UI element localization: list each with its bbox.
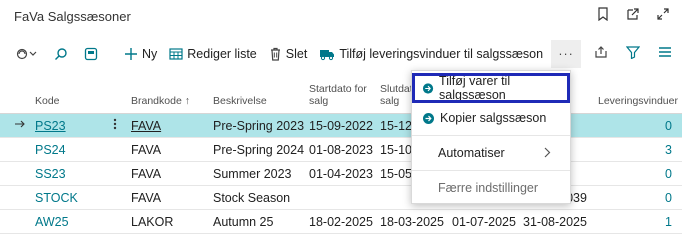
column-header-delivery-windows[interactable]: Leveringsvinduer [598, 95, 678, 107]
start-date-cell: 01-04-2023 [309, 167, 373, 181]
brand-cell[interactable]: FAVA [131, 119, 161, 133]
start-date-cell: 15-09-2022 [309, 119, 373, 133]
table-row[interactable]: PS24 FAVA Pre-Spring 2024 01-08-2023 15-… [0, 138, 682, 162]
list-tools [594, 40, 672, 68]
bookmark-icon[interactable] [596, 7, 610, 21]
delivery-end-cell: 31-08-2025 [523, 215, 587, 229]
edit-list-label: Rediger liste [187, 47, 257, 61]
start-header-line2: salg [309, 95, 329, 107]
table-row[interactable]: PS23 FAVA Pre-Spring 2023 15-09-2022 15-… [0, 114, 682, 138]
run-action-icon [423, 112, 434, 124]
menu-item-automate[interactable]: Automatiser [412, 138, 570, 168]
column-header-start-date[interactable]: Startdato for salg [309, 83, 367, 107]
code-cell[interactable]: PS23 [35, 119, 66, 133]
table-header: Kode Brandkode ↑ Beskrivelse Startdato f… [0, 82, 682, 114]
menu-item-add-items-label: Tilføj varer til salgssæson [439, 74, 511, 102]
table-row[interactable]: AW25 LAKOR Autumn 25 18-02-2025 18-03-20… [0, 210, 682, 234]
chevron-right-icon [544, 147, 556, 161]
view-switcher-button[interactable] [10, 40, 48, 68]
delivery-count-cell[interactable]: 0 [632, 191, 672, 205]
table-row[interactable]: STOCK FAVA Stock Season 01-01-2022 31-12… [0, 186, 682, 210]
menu-divider [412, 170, 570, 171]
truck-icon [320, 50, 335, 61]
seasons-table: Kode Brandkode ↑ Beskrivelse Startdato f… [0, 82, 682, 234]
more-options-menu: Tilføj varer til salgssæson Kopier salgs… [411, 70, 571, 204]
delivery-count-cell[interactable]: 1 [632, 215, 672, 229]
page-title: FaVa Salgssæsoner [14, 9, 131, 24]
column-header-brand[interactable]: Brandkode ↑ [131, 95, 190, 107]
view-icon [16, 48, 37, 60]
column-header-description[interactable]: Beskrivelse [213, 95, 267, 107]
plus-icon [125, 48, 137, 60]
open-new-window-icon[interactable] [626, 7, 640, 21]
filter-icon[interactable] [625, 45, 641, 64]
analysis-button[interactable] [78, 40, 108, 68]
new-label: Ny [142, 47, 158, 61]
menu-divider [412, 135, 570, 136]
code-cell[interactable]: PS24 [35, 143, 66, 157]
brand-cell: LAKOR [131, 215, 174, 229]
menu-item-add-items[interactable]: Tilføj varer til salgssæson [412, 73, 570, 103]
action-bar: Ny Rediger liste Slet Tilføj leveringsvi… [10, 40, 582, 68]
delivery-start-cell: 01-07-2025 [452, 215, 516, 229]
search-icon [55, 48, 67, 60]
trash-icon [270, 47, 280, 61]
code-cell[interactable]: AW25 [35, 215, 69, 229]
delete-button[interactable]: Slet [263, 40, 314, 68]
expand-icon[interactable] [656, 7, 670, 21]
description-cell: Pre-Spring 2024 [213, 143, 305, 157]
menu-item-fewer-options-label: Færre indstillinger [438, 181, 539, 195]
start-date-cell: 18-02-2025 [309, 215, 373, 229]
menu-item-copy-season[interactable]: Kopier salgssæson [412, 103, 570, 133]
brand-cell: FAVA [131, 167, 162, 181]
code-cell[interactable]: STOCK [35, 191, 78, 205]
more-label: ··· [558, 47, 574, 61]
description-cell: Autumn 25 [213, 215, 274, 229]
start-header-line1: Startdato for [309, 83, 367, 95]
description-cell: Stock Season [213, 191, 291, 205]
add-delivery-windows-button[interactable]: Tilføj leveringsvinduer til salgssæson [313, 40, 549, 68]
search-button[interactable] [48, 40, 78, 68]
window-actions [596, 7, 670, 21]
new-button[interactable]: Ny [118, 40, 163, 68]
run-action-icon [422, 82, 434, 94]
code-cell[interactable]: SS23 [35, 167, 66, 181]
menu-item-fewer-options[interactable]: Færre indstillinger [412, 173, 570, 203]
column-header-code[interactable]: Kode [35, 95, 60, 107]
end-date-cell: 18-03-2025 [380, 215, 444, 229]
delete-label: Slet [285, 47, 308, 61]
add-delivery-windows-label: Tilføj leveringsvinduer til salgssæson [339, 47, 544, 61]
delivery-count-cell[interactable]: 0 [632, 119, 672, 133]
row-selected-arrow-icon [14, 117, 26, 134]
list-view-icon[interactable] [658, 45, 672, 64]
description-cell: Pre-Spring 2023 [213, 119, 305, 133]
edit-list-icon [169, 48, 183, 60]
share-icon[interactable] [594, 45, 608, 64]
table-row[interactable]: SS23 FAVA Summer 2023 01-04-2023 15-05- … [0, 162, 682, 186]
edit-list-button[interactable]: Rediger liste [163, 40, 262, 68]
menu-item-automate-label: Automatiser [438, 146, 505, 160]
delivery-count-cell[interactable]: 3 [632, 143, 672, 157]
delivery-count-cell[interactable]: 0 [632, 167, 672, 181]
more-options-button[interactable]: ··· [551, 40, 582, 68]
brand-cell: FAVA [131, 143, 162, 157]
analysis-icon [84, 47, 98, 61]
row-actions-icon[interactable] [113, 117, 117, 134]
start-date-cell: 01-08-2023 [309, 143, 373, 157]
brand-cell: FAVA [131, 191, 162, 205]
menu-item-copy-season-label: Kopier salgssæson [440, 111, 547, 125]
description-cell: Summer 2023 [213, 167, 292, 181]
